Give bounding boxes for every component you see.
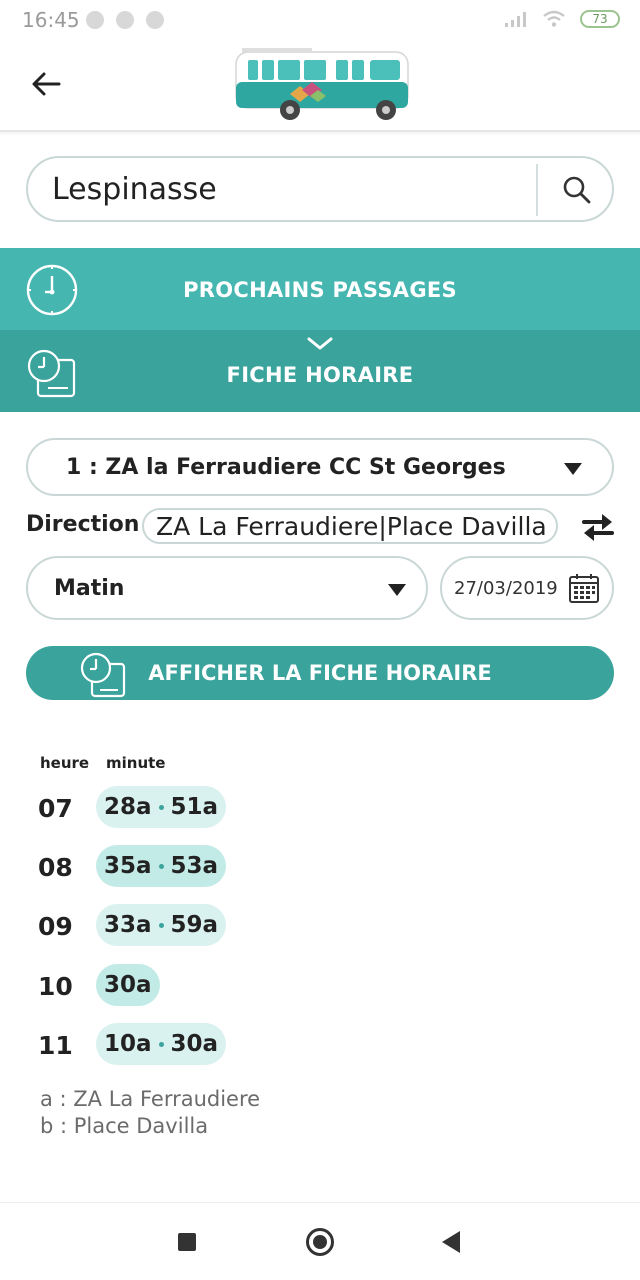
search-button[interactable] xyxy=(542,164,612,216)
separator-dot xyxy=(158,863,164,869)
tab-prochains-passages-label: PROCHAINS PASSAGES xyxy=(183,278,457,302)
status-time: 16:45 xyxy=(22,8,80,32)
minute-value: 30a xyxy=(104,972,152,998)
line-select[interactable]: 1 : ZA la Ferraudiere CC St Georges xyxy=(26,438,614,496)
direction-field[interactable]: ZA La Ferraudiere|Place Davilla xyxy=(142,508,558,544)
dropdown-caret-icon xyxy=(388,584,406,596)
direction-label: Direction xyxy=(26,512,140,537)
search-icon xyxy=(563,176,591,204)
timetable-row: 10 30a xyxy=(0,964,640,1008)
notification-icon xyxy=(86,11,104,29)
show-timetable-label: AFFICHER LA FICHE HORAIRE xyxy=(148,661,492,685)
separator-dot xyxy=(158,1041,164,1047)
period-select-value: Matin xyxy=(54,576,125,601)
timetable-row: 08 35a 53a xyxy=(0,845,640,889)
date-value: 27/03/2019 xyxy=(454,578,558,599)
row-hour: 11 xyxy=(38,1031,73,1060)
separator-dot xyxy=(158,804,164,810)
timetable-row: 09 33a 59a xyxy=(0,904,640,948)
minute-value: 53a xyxy=(170,853,219,879)
legend-item: a : ZA La Ferraudiere xyxy=(40,1087,261,1111)
minute-pill: 35a 53a xyxy=(96,845,227,887)
period-select[interactable]: Matin xyxy=(26,556,428,620)
line-select-value: 1 : ZA la Ferraudiere CC St Georges xyxy=(66,455,506,480)
minute-value: 10a xyxy=(104,1031,152,1057)
bus-logo-icon xyxy=(235,48,409,120)
tab-prochains-passages[interactable]: PROCHAINS PASSAGES xyxy=(0,248,640,330)
tab-fiche-horaire[interactable]: FICHE HORAIRE xyxy=(0,330,640,412)
row-hour: 08 xyxy=(38,853,73,882)
row-hour: 10 xyxy=(38,972,73,1001)
minute-pill: 10a 30a xyxy=(96,1023,227,1065)
timetable-row: 11 10a 30a xyxy=(0,1023,640,1067)
minute-value: 33a xyxy=(104,912,152,938)
minute-value: 30a xyxy=(170,1031,219,1057)
wifi-icon xyxy=(543,10,565,27)
recents-button[interactable] xyxy=(178,1233,196,1251)
stop-search-box xyxy=(26,156,614,222)
swap-direction-icon[interactable] xyxy=(580,510,616,544)
back-button[interactable] xyxy=(26,64,66,104)
column-header-hour: heure xyxy=(40,754,90,772)
notification-icon xyxy=(146,11,164,29)
minute-value: 35a xyxy=(104,853,152,879)
minute-pill: 28a 51a xyxy=(96,786,227,828)
date-field[interactable]: 27/03/2019 xyxy=(440,556,614,620)
timetable-row: 07 28a 51a xyxy=(0,786,640,830)
battery-level: 73 xyxy=(592,12,608,26)
direction-value: ZA La Ferraudiere|Place Davilla xyxy=(156,512,547,541)
minute-value: 51a xyxy=(170,794,219,820)
stop-search-input[interactable] xyxy=(52,166,522,212)
tab-fiche-horaire-label: FICHE HORAIRE xyxy=(226,363,414,387)
notification-icon xyxy=(116,11,134,29)
minute-pill: 33a 59a xyxy=(96,904,227,946)
column-header-minute: minute xyxy=(106,754,166,772)
calendar-icon[interactable] xyxy=(568,572,600,604)
system-back-button[interactable] xyxy=(442,1231,460,1253)
signal-icon xyxy=(505,12,526,27)
row-hour: 07 xyxy=(38,794,73,823)
minute-value: 59a xyxy=(170,912,219,938)
app-header xyxy=(0,40,640,132)
minute-value: 28a xyxy=(104,794,152,820)
battery-icon: 73 xyxy=(580,10,620,28)
search-divider xyxy=(536,164,538,216)
arrow-left-icon xyxy=(32,72,61,96)
row-hour: 09 xyxy=(38,912,73,941)
status-bar: 16:45 73 xyxy=(0,0,640,40)
minute-pill: 30a xyxy=(96,964,160,1006)
legend-item: b : Place Davilla xyxy=(40,1114,209,1138)
separator-dot xyxy=(158,922,164,928)
show-timetable-button[interactable]: AFFICHER LA FICHE HORAIRE xyxy=(26,646,614,700)
chevron-down-icon xyxy=(307,337,333,350)
system-nav-bar xyxy=(0,1202,640,1280)
dropdown-caret-icon xyxy=(564,463,582,475)
home-button[interactable] xyxy=(306,1228,334,1256)
